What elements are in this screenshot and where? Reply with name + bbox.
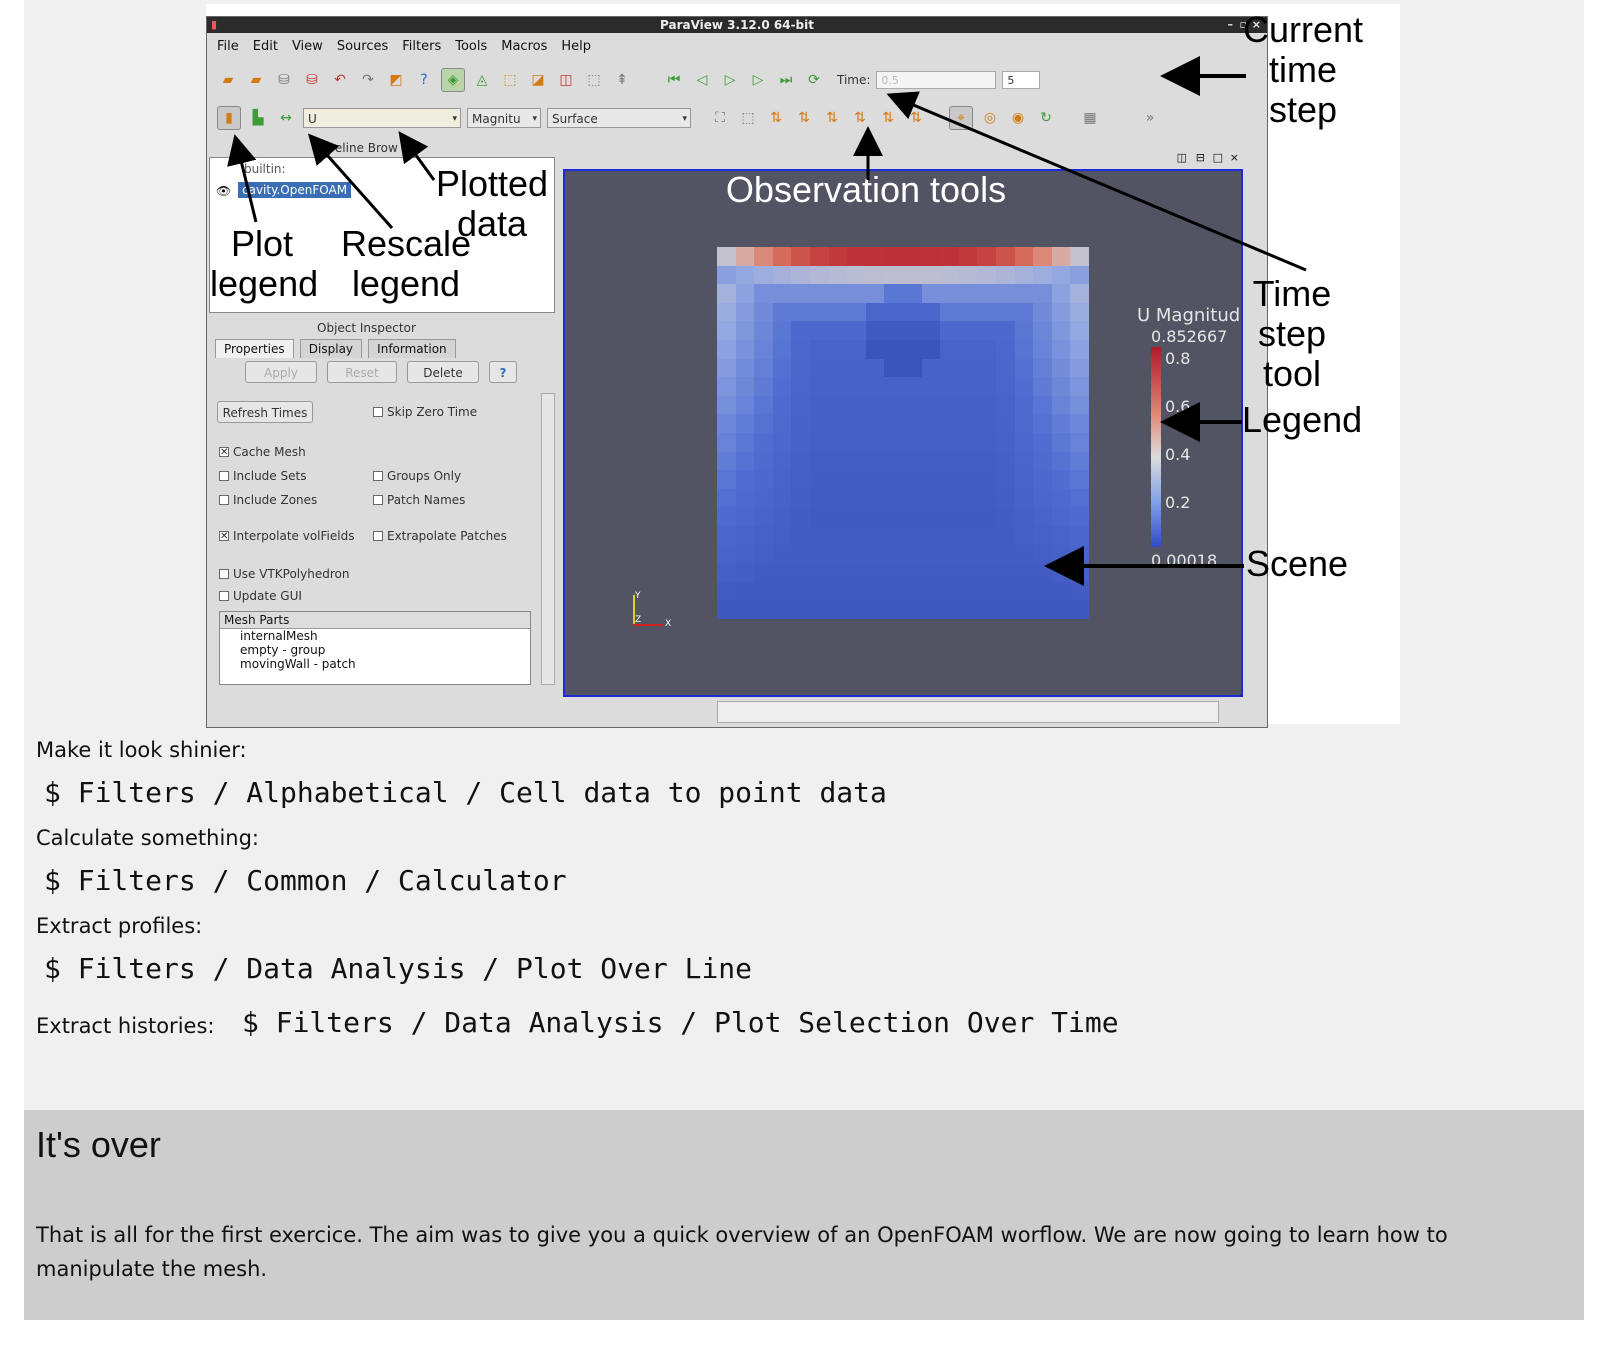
section-its-over: It's over That is all for the first exer… (24, 1110, 1584, 1320)
step-text: Extract histories: (36, 1014, 215, 1038)
step-command: $ Filters / Data Analysis / Plot Over Li… (44, 952, 753, 985)
step-command: $ Filters / Alphabetical / Cell data to … (44, 776, 887, 809)
arrow-rescale-legend (308, 133, 394, 229)
arrow-plotted-data (398, 131, 436, 181)
arrow-plot-legend (227, 134, 258, 223)
step-text: Make it look shinier: (36, 738, 247, 762)
step-command: $ Filters / Data Analysis / Plot Selecti… (242, 1006, 1119, 1039)
annotation-arrows (227, 56, 1307, 586)
step-text: Extract profiles: (36, 914, 203, 938)
arrow-time-step-tool (886, 91, 1307, 272)
section-paragraph: That is all for the first exercice. The … (36, 1223, 1448, 1281)
step-text: Calculate something: (36, 826, 260, 850)
section-title: It's over (36, 1124, 161, 1165)
paraview-screenshot: ParaView 3.12.0 64-bit ▮ – ▫ × File Edit… (206, 4, 1400, 728)
step-command: $ Filters / Common / Calculator (44, 864, 567, 897)
